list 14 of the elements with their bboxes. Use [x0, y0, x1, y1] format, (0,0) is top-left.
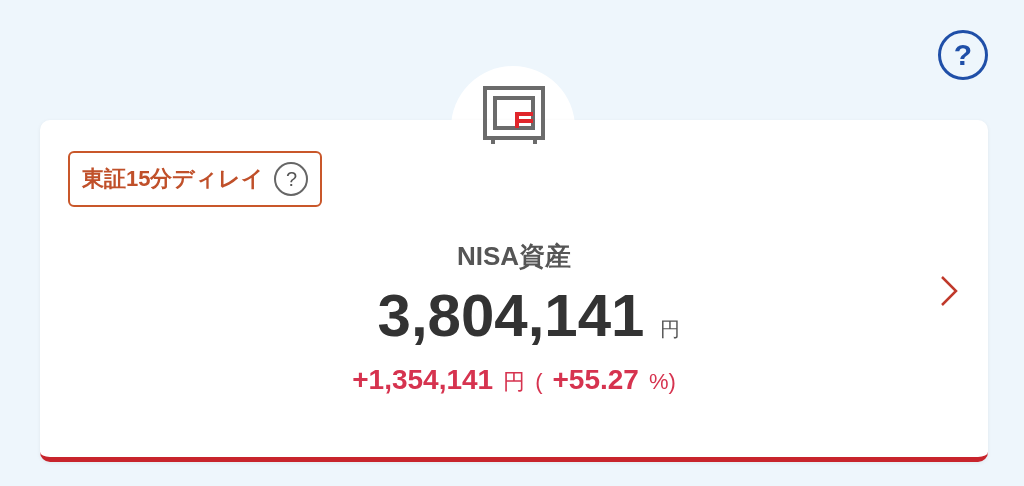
delay-label: 東証15分ディレイ: [82, 165, 265, 193]
chevron-right-icon[interactable]: [940, 275, 958, 307]
card-title: NISA資産: [456, 240, 572, 273]
currency-unit: 円: [503, 368, 526, 396]
change-value: +1,354,141: [352, 364, 494, 396]
change-percent: +55.27: [552, 364, 639, 396]
help-button[interactable]: ?: [938, 30, 988, 80]
asset-card[interactable]: 東証15分ディレイ ? NISA資産 3,804,141 円 +1,354,141 円 ( +55.27 %): [40, 120, 988, 462]
total-value: 3,804,141: [377, 286, 645, 346]
paren-text: (: [535, 369, 543, 395]
help-button[interactable]: ?: [274, 162, 309, 196]
currency-unit: 円: [660, 317, 681, 342]
percent-text: %): [648, 369, 676, 395]
safe-icon: [483, 86, 547, 146]
